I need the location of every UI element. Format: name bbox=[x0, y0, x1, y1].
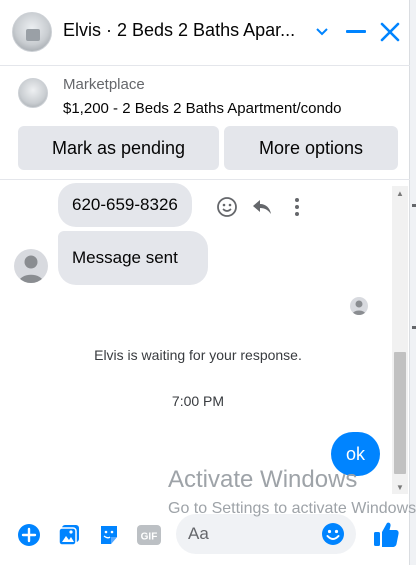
more-actions-icon[interactable] bbox=[285, 195, 309, 219]
waiting-notice: Elvis is waiting for your response. bbox=[94, 347, 302, 363]
react-emoji-icon[interactable] bbox=[215, 195, 239, 219]
listing-thumbnail bbox=[18, 78, 48, 108]
more-options-button[interactable]: More options bbox=[224, 126, 398, 170]
mark-as-pending-button[interactable]: Mark as pending bbox=[18, 126, 219, 170]
message-list: 620-659-8326 Message sent Elvis is waiti… bbox=[0, 181, 410, 501]
scroll-up-icon[interactable]: ▲ bbox=[392, 186, 408, 200]
message-bubble-ok[interactable]: ok bbox=[331, 432, 380, 476]
message-scrollbar[interactable]: ▲ ▼ bbox=[392, 186, 408, 494]
chat-header: Elvis · 2 Beds 2 Baths Apar... bbox=[0, 0, 410, 66]
thumbs-up-icon[interactable] bbox=[372, 520, 400, 548]
chevron-down-icon[interactable] bbox=[308, 18, 336, 46]
contact-avatar-small[interactable] bbox=[14, 249, 48, 283]
sticker-icon[interactable] bbox=[96, 522, 122, 548]
scroll-down-icon[interactable]: ▼ bbox=[392, 480, 408, 494]
message-bubble-sent[interactable]: Message sent bbox=[58, 231, 208, 285]
seen-indicator-avatar bbox=[350, 297, 368, 315]
gif-icon[interactable]: GIF bbox=[136, 522, 162, 548]
emoji-icon[interactable] bbox=[321, 522, 345, 546]
message-bubble-phone[interactable]: 620-659-8326 bbox=[58, 183, 192, 227]
listing-title[interactable]: $1,200 - 2 Beds 2 Baths Apartment/condo bbox=[63, 100, 342, 117]
scroll-thumb[interactable] bbox=[394, 352, 406, 474]
svg-text:GIF: GIF bbox=[141, 532, 158, 543]
marketplace-label: Marketplace bbox=[63, 76, 145, 93]
photo-icon[interactable] bbox=[56, 522, 82, 548]
minimize-icon[interactable] bbox=[342, 18, 370, 46]
timestamp: 7:00 PM bbox=[171, 393, 225, 409]
close-icon[interactable] bbox=[376, 18, 404, 46]
contact-avatar[interactable] bbox=[12, 12, 52, 52]
background-page-edge bbox=[410, 0, 416, 565]
chat-title[interactable]: Elvis · 2 Beds 2 Baths Apar... bbox=[63, 20, 311, 41]
chat-window: Elvis · 2 Beds 2 Baths Apar... Marketpla… bbox=[0, 0, 410, 565]
plus-icon[interactable] bbox=[16, 522, 42, 548]
reply-icon[interactable] bbox=[250, 195, 274, 219]
